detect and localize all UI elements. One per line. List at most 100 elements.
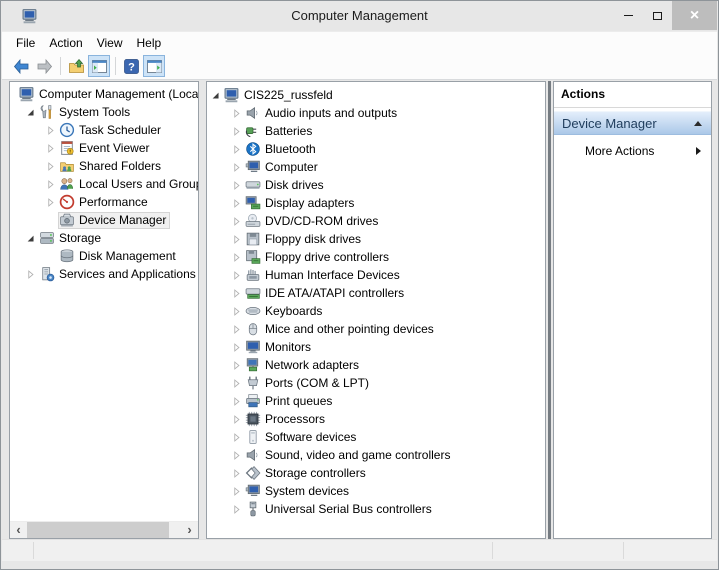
tree-item-mice-and-other-pointing-devices[interactable]: Mice and other pointing devices bbox=[207, 320, 545, 338]
expanded-triangle-icon bbox=[24, 232, 37, 245]
tree-item-bluetooth[interactable]: Bluetooth bbox=[207, 140, 545, 158]
expander-icon[interactable] bbox=[229, 376, 244, 391]
tree-item-sound-video-and-game-controllers[interactable]: Sound, video and game controllers bbox=[207, 446, 545, 464]
expander-icon[interactable] bbox=[229, 448, 244, 463]
pane-splitter[interactable] bbox=[548, 81, 551, 539]
tree-item-ports-com-lpt[interactable]: Ports (COM & LPT) bbox=[207, 374, 545, 392]
expander-icon[interactable] bbox=[43, 195, 58, 210]
tree-item-software-devices[interactable]: Software devices bbox=[207, 428, 545, 446]
tree-item-local-users-and-groups[interactable]: Local Users and Groups bbox=[10, 175, 198, 193]
tree-item-dvd-cd-rom-drives[interactable]: DVD/CD-ROM drives bbox=[207, 212, 545, 230]
expander-icon[interactable] bbox=[229, 214, 244, 229]
tree-item-floppy-drive-controllers[interactable]: Floppy drive controllers bbox=[207, 248, 545, 266]
show-hide-action-pane-button[interactable] bbox=[143, 55, 165, 77]
tree-item-audio-inputs-and-outputs[interactable]: Audio inputs and outputs bbox=[207, 104, 545, 122]
expander-icon[interactable] bbox=[229, 160, 244, 175]
tree-item-content: Human Interface Devices bbox=[244, 267, 404, 284]
tree-item-disk-management[interactable]: Disk Management bbox=[10, 247, 198, 265]
tree-item-batteries[interactable]: Batteries bbox=[207, 122, 545, 140]
titlebar[interactable]: Computer Management × bbox=[1, 1, 718, 31]
expander-icon[interactable] bbox=[43, 159, 58, 174]
collapsed-triangle-icon bbox=[230, 233, 243, 246]
collapsed-triangle-icon bbox=[230, 305, 243, 318]
tree-item-content: Audio inputs and outputs bbox=[244, 105, 401, 122]
tree-item-ide-ata-atapi-controllers[interactable]: IDE ATA/ATAPI controllers bbox=[207, 284, 545, 302]
tree-item-storage[interactable]: Storage bbox=[10, 229, 198, 247]
expander-icon[interactable] bbox=[229, 304, 244, 319]
show-hide-console-tree-button[interactable] bbox=[88, 55, 110, 77]
forward-button[interactable] bbox=[33, 55, 55, 77]
expander-icon[interactable] bbox=[229, 502, 244, 517]
expander-icon[interactable] bbox=[229, 178, 244, 193]
tree-item-processors[interactable]: Processors bbox=[207, 410, 545, 428]
expander-icon[interactable] bbox=[208, 88, 223, 103]
expander-icon[interactable] bbox=[229, 430, 244, 445]
tree-item-label: Keyboards bbox=[265, 304, 322, 318]
up-one-level-button[interactable] bbox=[65, 55, 87, 77]
tree-item-keyboards[interactable]: Keyboards bbox=[207, 302, 545, 320]
scroll-right-arrow-icon[interactable]: › bbox=[181, 522, 198, 538]
expander-icon[interactable] bbox=[229, 412, 244, 427]
tree-item-universal-serial-bus-controllers[interactable]: Universal Serial Bus controllers bbox=[207, 500, 545, 518]
expander-spacer bbox=[43, 249, 58, 264]
printer-icon bbox=[245, 393, 261, 409]
expander-icon[interactable] bbox=[229, 142, 244, 157]
expander-icon[interactable] bbox=[229, 124, 244, 139]
actions-pane: Actions Device Manager More Actions bbox=[553, 81, 712, 539]
expander-icon[interactable] bbox=[43, 177, 58, 192]
tree-item-task-scheduler[interactable]: Task Scheduler bbox=[10, 121, 198, 139]
scrollbar-thumb[interactable] bbox=[27, 522, 169, 538]
tree-item-disk-drives[interactable]: Disk drives bbox=[207, 176, 545, 194]
expander-icon[interactable] bbox=[229, 250, 244, 265]
maximize-button[interactable] bbox=[643, 1, 672, 30]
expander-icon[interactable] bbox=[229, 106, 244, 121]
close-button[interactable]: × bbox=[672, 1, 717, 30]
tree-item-human-interface-devices[interactable]: Human Interface Devices bbox=[207, 266, 545, 284]
more-actions-button[interactable]: More Actions bbox=[554, 141, 711, 161]
tree-item-performance[interactable]: Performance bbox=[10, 193, 198, 211]
expander-icon[interactable] bbox=[229, 286, 244, 301]
menu-item-file[interactable]: File bbox=[9, 34, 42, 52]
tree-item-monitors[interactable]: Monitors bbox=[207, 338, 545, 356]
expander-icon[interactable] bbox=[229, 358, 244, 373]
tree-item-storage-controllers[interactable]: Storage controllers bbox=[207, 464, 545, 482]
minimize-button[interactable] bbox=[614, 1, 643, 30]
tree-item-system-tools[interactable]: System Tools bbox=[10, 103, 198, 121]
tree-item-system-devices[interactable]: System devices bbox=[207, 482, 545, 500]
actions-section-header-device-manager[interactable]: Device Manager bbox=[554, 111, 711, 135]
expander-icon[interactable] bbox=[23, 231, 38, 246]
expander-icon[interactable] bbox=[229, 394, 244, 409]
expander-icon[interactable] bbox=[23, 267, 38, 282]
expander-icon[interactable] bbox=[229, 340, 244, 355]
toolbar-separator bbox=[60, 57, 61, 75]
expander-icon[interactable] bbox=[229, 196, 244, 211]
menu-item-view[interactable]: View bbox=[90, 34, 130, 52]
menu-item-help[interactable]: Help bbox=[130, 34, 169, 52]
expander-icon[interactable] bbox=[229, 268, 244, 283]
scrollbar-track[interactable] bbox=[169, 522, 181, 538]
tree-item-floppy-disk-drives[interactable]: Floppy disk drives bbox=[207, 230, 545, 248]
scroll-left-arrow-icon[interactable]: ‹ bbox=[10, 522, 27, 538]
tree-item-print-queues[interactable]: Print queues bbox=[207, 392, 545, 410]
tree-item-computer-management-local[interactable]: Computer Management (Local bbox=[10, 85, 198, 103]
expander-icon[interactable] bbox=[229, 322, 244, 337]
tree-item-display-adapters[interactable]: Display adapters bbox=[207, 194, 545, 212]
tree-item-event-viewer[interactable]: Event Viewer bbox=[10, 139, 198, 157]
horizontal-scrollbar[interactable]: ‹ › bbox=[10, 521, 198, 538]
expander-icon[interactable] bbox=[43, 123, 58, 138]
console-tree-pane: Computer Management (LocalSystem ToolsTa… bbox=[9, 81, 199, 539]
tree-item-shared-folders[interactable]: Shared Folders bbox=[10, 157, 198, 175]
expander-icon[interactable] bbox=[229, 484, 244, 499]
expander-icon[interactable] bbox=[43, 141, 58, 156]
expander-icon[interactable] bbox=[23, 105, 38, 120]
tree-item-computer[interactable]: Computer bbox=[207, 158, 545, 176]
menu-item-action[interactable]: Action bbox=[42, 34, 89, 52]
tree-item-cis225-russfeld[interactable]: CIS225_russfeld bbox=[207, 86, 545, 104]
back-button[interactable] bbox=[10, 55, 32, 77]
tree-item-device-manager[interactable]: Device Manager bbox=[10, 211, 198, 229]
tree-item-services-and-applications[interactable]: Services and Applications bbox=[10, 265, 198, 283]
expander-icon[interactable] bbox=[229, 466, 244, 481]
expander-icon[interactable] bbox=[229, 232, 244, 247]
tree-item-network-adapters[interactable]: Network adapters bbox=[207, 356, 545, 374]
help-button[interactable]: ? bbox=[120, 55, 142, 77]
